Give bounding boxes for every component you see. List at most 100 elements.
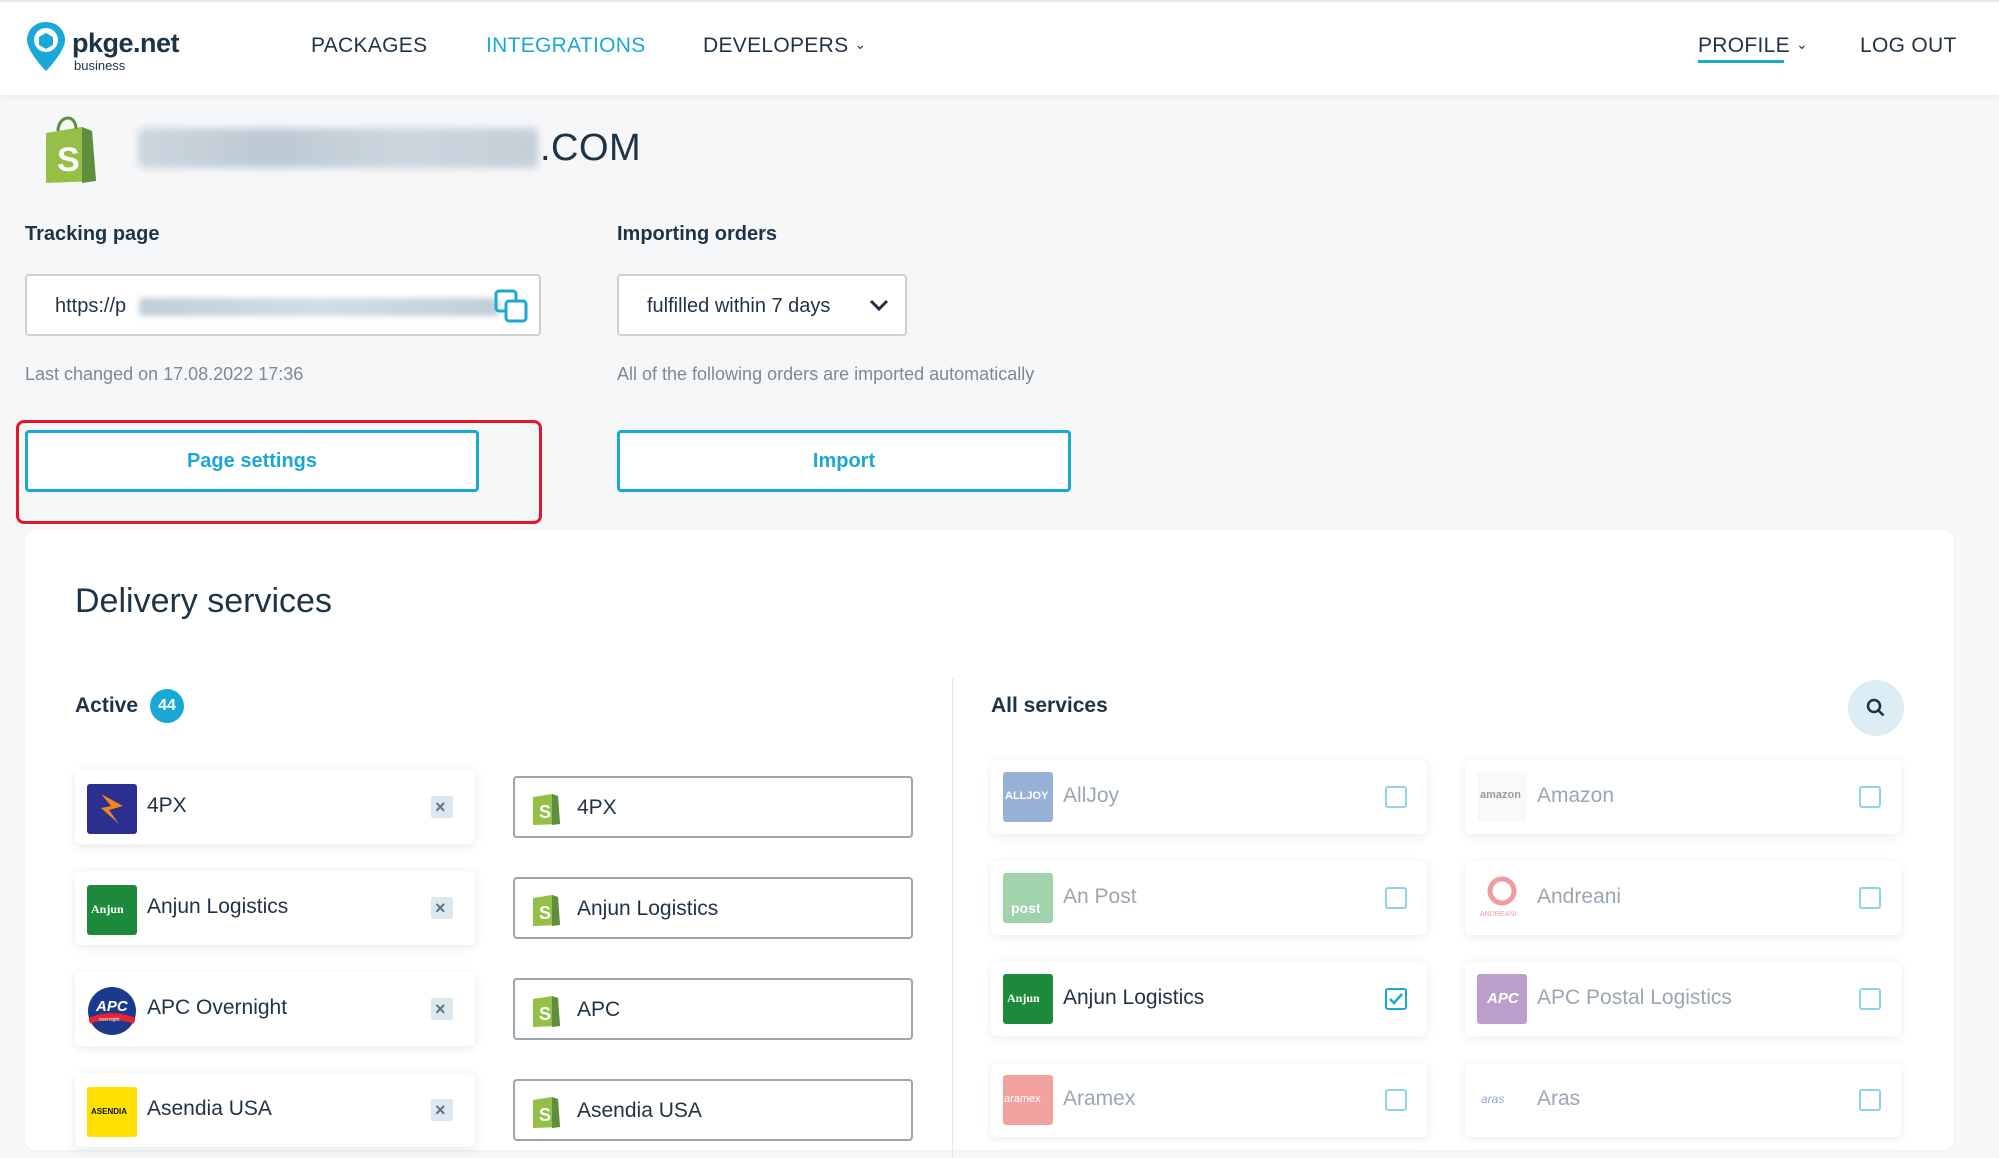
anjun-logo: Anjun — [1003, 974, 1053, 1024]
import-period-value: fulfilled within 7 days — [647, 295, 831, 317]
import-period-select[interactable]: fulfilled within 7 days — [617, 274, 907, 336]
last-changed-text: Last changed on 17.08.2022 17:36 — [25, 364, 304, 384]
svg-text:S: S — [539, 1004, 551, 1024]
shopify-bag-icon: S — [533, 1097, 560, 1128]
nav-packages[interactable]: PACKAGES — [311, 34, 427, 58]
service-option-an-post[interactable]: post An Post — [991, 861, 1427, 935]
import-note-text: All of the following orders are imported… — [617, 364, 1035, 384]
delivery-services-panel: Delivery services Active 44 All services… — [25, 530, 1954, 1158]
search-icon — [1866, 698, 1885, 717]
mapped-service-name: Asendia USA — [577, 1099, 702, 1122]
nav-integrations[interactable]: INTEGRATIONS — [486, 34, 646, 58]
panel-divider — [952, 678, 953, 1158]
service-option-andreani[interactable]: ANDREANI Andreani — [1465, 861, 1901, 935]
remove-service-button[interactable]: × — [431, 1099, 453, 1121]
aras-logo-text: aras — [1481, 1092, 1505, 1106]
alljoy-logo-text: ALLJOY — [1005, 790, 1049, 802]
service-checkbox[interactable] — [1385, 1089, 1407, 1111]
tracking-page-label: Tracking page — [25, 223, 160, 245]
svg-text:S: S — [539, 903, 551, 923]
service-checkbox-checked[interactable] — [1385, 988, 1407, 1010]
store-domain-suffix: .COM — [540, 127, 642, 169]
tracking-url-prefix: https://p — [55, 295, 127, 317]
service-option-alljoy[interactable]: ALLJOY AllJoy — [991, 760, 1427, 834]
apc-logo-subtext: overnight — [99, 1017, 120, 1023]
active-service-name: Anjun Logistics — [147, 895, 289, 918]
remove-service-button[interactable]: × — [431, 998, 453, 1020]
active-count-badge: 44 — [150, 689, 184, 723]
nav-profile[interactable]: PROFILE ⌄ — [1698, 34, 1808, 58]
mapped-service-field[interactable]: S APC — [513, 978, 913, 1040]
active-service-name: APC Overnight — [147, 996, 288, 1019]
service-name: Aramex — [1063, 1087, 1136, 1110]
logo-subtitle: business — [74, 58, 126, 73]
active-service-card: 4PX × — [75, 770, 475, 844]
copy-icon[interactable] — [493, 288, 531, 326]
store-domain-blurred — [138, 128, 538, 168]
service-checkbox[interactable] — [1859, 887, 1881, 909]
shopify-bag-icon: S — [46, 116, 96, 183]
service-option-aras[interactable]: aras Aras — [1465, 1063, 1901, 1137]
top-navigation-bar: pkge.net business PACKAGES INTEGRATIONS … — [0, 0, 1999, 95]
mapped-service-name: 4PX — [577, 796, 617, 819]
tracking-url-field[interactable]: https://p — [25, 274, 541, 336]
import-button[interactable]: Import — [617, 430, 1071, 492]
service-name: APC Postal Logistics — [1537, 986, 1732, 1009]
service-option-amazon[interactable]: amazon Amazon — [1465, 760, 1901, 834]
active-service-card: APC overnight APC Overnight × — [75, 972, 475, 1046]
shopify-bag-icon: S — [533, 996, 560, 1027]
active-service-name: Asendia USA — [147, 1097, 272, 1120]
pkge-logo[interactable]: pkge.net business — [24, 20, 204, 76]
logo-text: pkge.net — [72, 28, 180, 58]
svg-text:S: S — [539, 802, 551, 822]
asendia-logo-text: ASENDIA — [91, 1107, 128, 1116]
close-icon: × — [435, 999, 446, 1019]
amazon-logo: amazon — [1477, 772, 1527, 822]
service-checkbox[interactable] — [1385, 786, 1407, 808]
importing-orders-label: Importing orders — [617, 223, 778, 245]
nav-logout[interactable]: LOG OUT — [1860, 34, 1957, 58]
service-name: Aras — [1537, 1087, 1581, 1110]
andreani-logo-text: ANDREANI — [1480, 911, 1517, 918]
search-services-button[interactable] — [1848, 680, 1904, 736]
service-checkbox[interactable] — [1859, 988, 1881, 1010]
chevron-down-icon — [869, 299, 889, 312]
delivery-services-title: Delivery services — [75, 582, 332, 620]
amazon-logo-text: amazon — [1480, 789, 1521, 801]
service-option-aramex[interactable]: aramex Aramex — [991, 1063, 1427, 1137]
mapped-service-name: Anjun Logistics — [577, 897, 719, 920]
alljoy-logo: ALLJOY — [1003, 772, 1053, 822]
shopify-bag-icon: S — [533, 895, 560, 926]
active-label: Active — [75, 694, 139, 717]
service-option-apc-postal-logistics[interactable]: APC APC Postal Logistics — [1465, 962, 1901, 1036]
tracking-url-blurred — [139, 298, 499, 316]
active-service-name: 4PX — [147, 794, 187, 817]
top-border — [0, 0, 1999, 2]
andreani-logo: ANDREANI — [1477, 873, 1527, 923]
apc-postal-logo-text: APC — [1487, 990, 1519, 1007]
mapped-service-field[interactable]: S 4PX — [513, 776, 913, 838]
service-name: Andreani — [1537, 885, 1622, 908]
aramex-logo: aramex — [1003, 1075, 1053, 1125]
shopify-bag-icon: S — [533, 794, 560, 825]
service-checkbox[interactable] — [1385, 887, 1407, 909]
close-icon: × — [435, 797, 446, 817]
service-checkbox[interactable] — [1859, 786, 1881, 808]
service-name: An Post — [1063, 885, 1137, 908]
page-settings-button[interactable]: Page settings — [25, 430, 479, 492]
remove-service-button[interactable]: × — [431, 897, 453, 919]
service-checkbox[interactable] — [1859, 1089, 1881, 1111]
anjun-logo-text: Anjun — [1007, 991, 1040, 1005]
checkmark-icon — [1389, 993, 1403, 1005]
service-option-anjun-logistics[interactable]: Anjun Anjun Logistics — [991, 962, 1427, 1036]
mapped-service-field[interactable]: S Anjun Logistics — [513, 877, 913, 939]
anjun-logo: Anjun — [87, 885, 137, 935]
chevron-down-icon: ⌄ — [1795, 36, 1808, 52]
4px-logo — [87, 784, 137, 834]
aras-logo: aras — [1477, 1075, 1527, 1125]
aramex-logo-text: aramex — [1004, 1093, 1041, 1105]
nav-profile-label: PROFILE — [1698, 34, 1790, 57]
remove-service-button[interactable]: × — [431, 796, 453, 818]
nav-developers[interactable]: DEVELOPERS ⌄ — [703, 34, 866, 58]
mapped-service-field[interactable]: S Asendia USA — [513, 1079, 913, 1141]
